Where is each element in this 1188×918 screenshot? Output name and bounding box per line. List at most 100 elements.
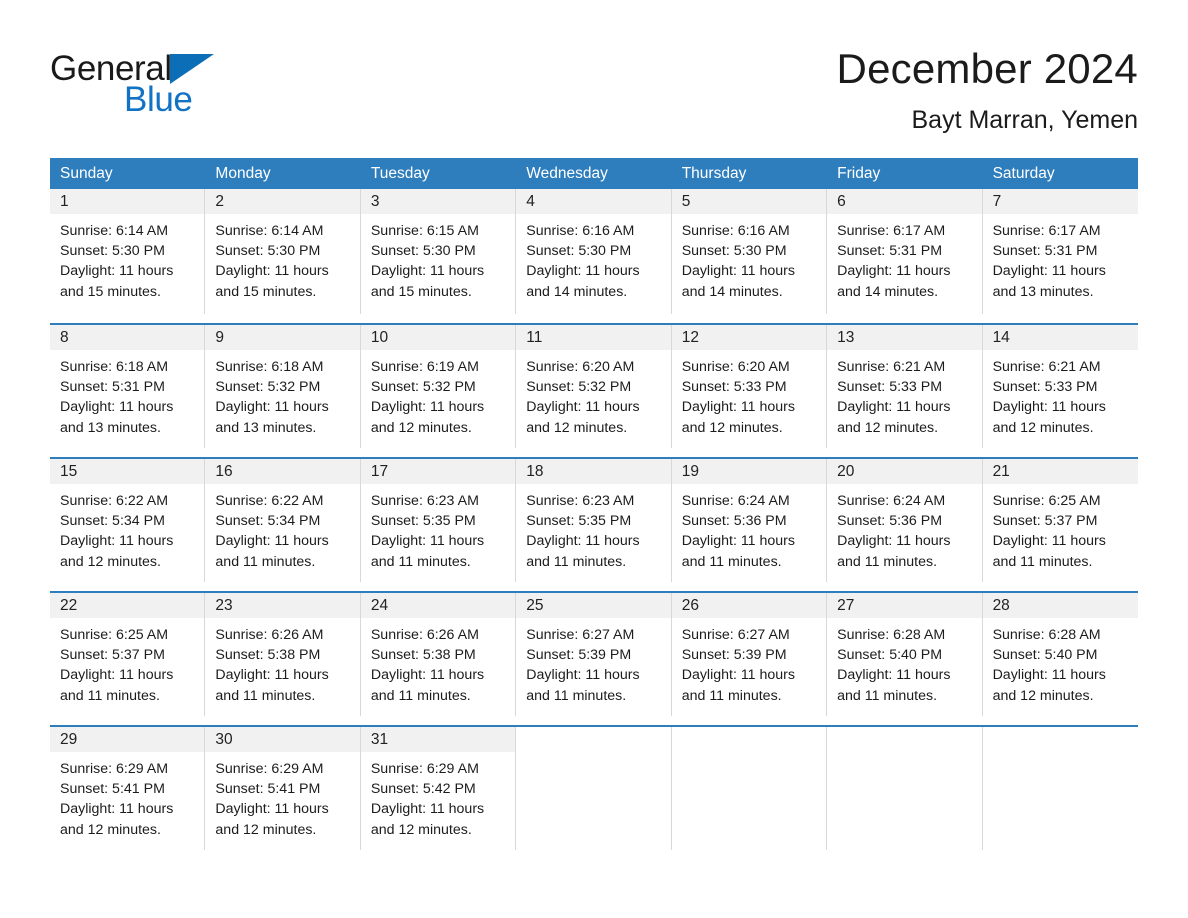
day-details: Sunrise: 6:19 AM Sunset: 5:32 PM Daylight:… [361,350,515,438]
day-cell[interactable]: 9 Sunrise: 6:18 AM Sunset: 5:32 PM Daylight… [205,325,361,448]
day-number: 27 [837,597,855,614]
day-cell[interactable]: 31 Sunrise: 6:29 AM Sunset: 5:42 PM Dayligh… [360,727,517,850]
daylight-text-line2: and 12 minutes. [370,821,472,838]
day-cell[interactable]: 3 Sunrise: 6:15 AM Sunset: 5:30 PM Daylight… [360,189,517,314]
day-number: 16 [215,463,233,480]
day-details: Sunrise: 6:20 AM Sunset: 5:32 PM Daylight:… [516,350,670,438]
day-cell[interactable]: 10 Sunrise: 6:19 AM Sunset: 5:32 PM Dayligh… [360,325,517,448]
day-details: Sunrise: 6:22 AM Sunset: 5:34 PM Daylight:… [205,484,359,572]
daylight-text-line1: Daylight: 11 hours [215,533,329,550]
day-cell[interactable]: 24 Sunrise: 6:26 AM Sunset: 5:38 PM Dayligh… [360,593,517,716]
weekday-header-sunday: Sunday [60,165,113,182]
sunrise-text: Sunrise: 6:18 AM [215,359,324,375]
sunrise-text: Sunrise: 6:17 AM [837,223,946,239]
day-number: 12 [681,329,699,346]
day-cell[interactable]: 18 Sunrise: 6:23 AM Sunset: 5:35 PM Dayligh… [516,459,672,582]
daylight-text-line2: and 11 minutes. [215,553,316,570]
daylight-text-line1: Daylight: 11 hours [526,533,640,550]
week-row: 1 Sunrise: 6:14 AM Sunset: 5:30 PM Daylight… [50,189,1138,314]
sunset-text: Sunset: 5:31 PM [60,379,165,396]
logo-text-blue: Blue [124,80,193,119]
weekday-header-thursday: Thursday [681,165,747,182]
daylight-text-line2: and 12 minutes. [215,821,317,838]
day-number: 21 [992,463,1010,480]
day-details: Sunrise: 6:28 AM Sunset: 5:40 PM Daylight:… [983,618,1138,706]
day-details [516,752,670,759]
day-details: Sunrise: 6:17 AM Sunset: 5:31 PM Daylight:… [983,214,1138,302]
day-cell[interactable]: 29 Sunrise: 6:29 AM Sunset: 5:41 PM Dayligh… [50,727,206,850]
daylight-text-line2: and 13 minutes. [992,283,1094,300]
day-number: 28 [992,597,1010,614]
day-number-band: 29 [50,727,205,752]
sunrise-text: Sunrise: 6:24 AM [837,493,946,509]
day-cell[interactable]: 17 Sunrise: 6:23 AM Sunset: 5:35 PM Dayligh… [360,459,517,582]
day-cell[interactable]: 11 Sunrise: 6:20 AM Sunset: 5:32 PM Dayligh… [516,325,672,448]
day-details: Sunrise: 6:15 AM Sunset: 5:30 PM Daylight:… [361,214,515,302]
daylight-text-line1: Daylight: 11 hours [992,263,1106,280]
daylight-text-line2: and 12 minutes. [992,419,1094,436]
day-cell[interactable]: 19 Sunrise: 6:24 AM Sunset: 5:36 PM Dayligh… [671,459,828,582]
day-cell[interactable]: 16 Sunrise: 6:22 AM Sunset: 5:34 PM Dayligh… [205,459,361,582]
day-cell[interactable]: 13 Sunrise: 6:21 AM Sunset: 5:33 PM Dayligh… [827,325,983,448]
day-cell[interactable]: 28 Sunrise: 6:28 AM Sunset: 5:40 PM Dayligh… [982,593,1138,716]
day-cell[interactable]: 2 Sunrise: 6:14 AM Sunset: 5:30 PM Daylight… [205,189,361,314]
day-number: 18 [526,463,544,480]
day-cell[interactable]: 8 Sunrise: 6:18 AM Sunset: 5:31 PM Daylight… [50,325,206,448]
day-cell[interactable]: 22 Sunrise: 6:25 AM Sunset: 5:37 PM Dayligh… [50,593,206,716]
day-cell[interactable]: 6 Sunrise: 6:17 AM Sunset: 5:31 PM Daylight… [827,189,983,314]
generalblue-logo[interactable]: General Blue [50,44,350,117]
day-number: 14 [992,329,1010,346]
sunset-text: Sunset: 5:37 PM [992,513,1098,530]
day-cell[interactable]: 4 Sunrise: 6:16 AM Sunset: 5:30 PM Daylight… [516,189,672,314]
daylight-text-line2: and 11 minutes. [370,553,471,570]
daylight-text-line1: Daylight: 11 hours [60,263,174,280]
day-details: Sunrise: 6:26 AM Sunset: 5:38 PM Daylight:… [205,618,359,706]
day-cell[interactable]: 30 Sunrise: 6:29 AM Sunset: 5:41 PM Dayligh… [205,727,361,850]
day-cell[interactable]: 15 Sunrise: 6:22 AM Sunset: 5:34 PM Dayligh… [50,459,206,582]
day-cell[interactable]: 21 Sunrise: 6:25 AM Sunset: 5:37 PM Dayligh… [982,459,1138,582]
sunset-text: Sunset: 5:32 PM [370,379,476,396]
sunrise-text: Sunrise: 6:14 AM [60,223,169,239]
week-row: 22 Sunrise: 6:25 AM Sunset: 5:37 PM Dayligh… [50,591,1138,716]
day-cell[interactable]: 25 Sunrise: 6:27 AM Sunset: 5:39 PM Dayligh… [516,593,672,716]
day-number-band: 30 [205,727,360,752]
day-number: 30 [215,731,233,748]
day-cell[interactable]: 5 Sunrise: 6:16 AM Sunset: 5:30 PM Daylight… [671,189,828,314]
day-cell-empty [671,727,828,850]
sunrise-text: Sunrise: 6:22 AM [60,493,169,509]
week-row: 8 Sunrise: 6:18 AM Sunset: 5:31 PM Daylight… [50,323,1138,448]
day-cell[interactable]: 27 Sunrise: 6:28 AM Sunset: 5:40 PM Dayligh… [827,593,983,716]
day-cell[interactable]: 20 Sunrise: 6:24 AM Sunset: 5:36 PM Dayligh… [827,459,983,582]
day-cell[interactable]: 14 Sunrise: 6:21 AM Sunset: 5:33 PM Dayligh… [982,325,1138,448]
day-number-band: 13 [827,325,982,350]
daylight-text-line2: and 15 minutes. [215,283,317,300]
sunrise-text: Sunrise: 6:15 AM [370,223,479,239]
day-cell[interactable]: 26 Sunrise: 6:27 AM Sunset: 5:39 PM Dayligh… [671,593,828,716]
day-number: 31 [370,731,389,748]
day-details: Sunrise: 6:29 AM Sunset: 5:41 PM Daylight:… [50,752,204,840]
day-number-band: 31 [360,727,516,752]
daylight-text-line1: Daylight: 11 hours [370,801,485,818]
day-number: 20 [837,463,855,480]
day-number: 8 [60,329,69,346]
day-number: 5 [681,193,691,210]
day-cell[interactable]: 1 Sunrise: 6:14 AM Sunset: 5:30 PM Daylight… [50,189,206,314]
title-block: December 2024 Bayt Marran, Yemen [837,44,1138,134]
weeks-container: 1 Sunrise: 6:14 AM Sunset: 5:30 PM Daylight… [50,189,1138,850]
weekday-header-monday: Monday [215,165,271,182]
sunset-text: Sunset: 5:41 PM [215,781,321,798]
day-details: Sunrise: 6:21 AM Sunset: 5:33 PM Daylight:… [827,350,981,438]
day-number: 13 [837,329,855,346]
daylight-text-line1: Daylight: 11 hours [60,667,174,684]
sunset-text: Sunset: 5:37 PM [60,647,165,664]
sunrise-text: Sunrise: 6:21 AM [837,359,946,375]
weekday-header-wednesday: Wednesday [526,165,608,182]
weekday-header-saturday: Saturday [992,165,1055,182]
day-cell[interactable]: 23 Sunrise: 6:26 AM Sunset: 5:38 PM Dayligh… [205,593,361,716]
day-number: 29 [60,731,78,748]
day-cell[interactable]: 12 Sunrise: 6:20 AM Sunset: 5:33 PM Dayligh… [671,325,828,448]
sunrise-text: Sunrise: 6:28 AM [992,627,1101,643]
daylight-text-line2: and 12 minutes. [837,419,939,436]
daylight-text-line1: Daylight: 11 hours [215,263,329,280]
day-cell[interactable]: 7 Sunrise: 6:17 AM Sunset: 5:31 PM Daylight… [982,189,1138,314]
